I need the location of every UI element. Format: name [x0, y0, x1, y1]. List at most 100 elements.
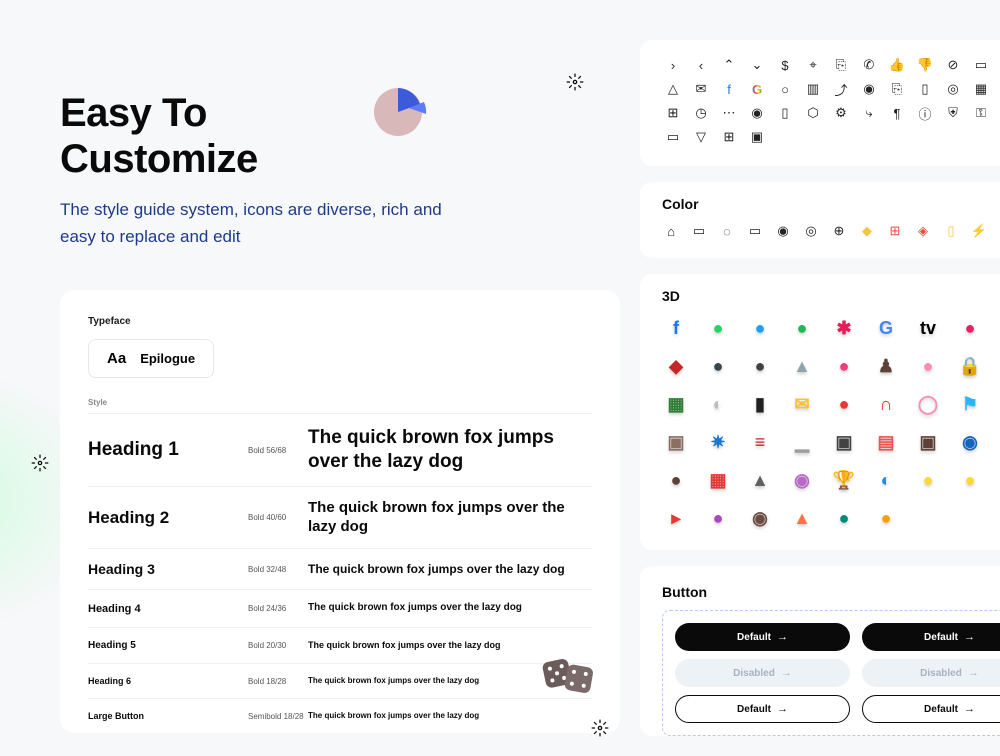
- exit-icon: ⤴: [830, 78, 852, 100]
- font-sample-aa: Aa: [107, 350, 126, 367]
- 3d-icon: ▣: [914, 428, 942, 456]
- card-icon: ▭: [746, 222, 764, 240]
- color-icons-card: Color ⌂▭◌▭◉◎⊕◆⊞◈▯⚡: [640, 182, 1000, 258]
- 3d-icon: ●: [662, 466, 690, 494]
- 3d-icon: ✉: [788, 390, 816, 418]
- mail-icon: ✉: [690, 78, 712, 100]
- heading-sample: The quick brown fox jumps over the lazy …: [308, 602, 592, 615]
- heading-sample: The quick brown fox jumps over the lazy …: [308, 426, 592, 474]
- 3d-icon: ◐: [704, 390, 732, 418]
- thumb-up-icon: 👍: [886, 54, 908, 76]
- outline-icons-card: ›‹⌃⌄$⌖⎘✆👍👎⊘▭△✉fG○▥⤴◉⎘▯◎▦⊞◷⋯◉▯⬡⚙⤷¶ⓘ⛨⚿▭▽⊞▣: [640, 40, 1000, 166]
- heading-sample: The quick brown fox jumps over the lazy …: [308, 562, 592, 577]
- user-scan-icon: ◉: [746, 102, 768, 124]
- info-icon: ⓘ: [914, 102, 936, 124]
- 3d-icon: ◐: [872, 466, 900, 494]
- page-subtitle: The style guide system, icons are divers…: [60, 196, 460, 250]
- 3d-icon: ▁: [788, 428, 816, 456]
- 3d-icon: 🏆: [830, 466, 858, 494]
- bolt-icon: ⚡: [970, 222, 988, 240]
- 3d-icon: ▸: [662, 504, 690, 532]
- gift-icon: ⊞: [662, 102, 684, 124]
- hexagon-icon: ⬡: [802, 102, 824, 124]
- lock-icon: ⚿: [970, 102, 992, 124]
- heading-name: Large Button: [88, 711, 248, 721]
- 3d-icon: ●: [914, 466, 942, 494]
- plus-circle-icon: ⊕: [830, 222, 848, 240]
- 3d-icon: ▣: [830, 428, 858, 456]
- type-row: Large Button Semibold 18/28 The quick br…: [88, 698, 592, 733]
- heading-meta: Bold 20/30: [248, 641, 308, 650]
- heading-meta: Semibold 18/28: [248, 712, 308, 721]
- camera-icon: ⎘: [830, 54, 852, 76]
- 3d-icon: ●: [830, 352, 858, 380]
- gift2-icon: ⊞: [886, 222, 904, 240]
- eye-off-icon: ⊘: [942, 54, 964, 76]
- chevron-up-icon: ⌃: [718, 54, 740, 76]
- 3d-icon: ♟: [872, 352, 900, 380]
- plus-square-icon: ⊞: [718, 126, 740, 148]
- heading-sample: The quick brown fox jumps over the lazy …: [308, 499, 592, 537]
- facebook-icon: f: [718, 78, 740, 100]
- id-icon: ▭: [662, 126, 684, 148]
- 3d-icon: ✱: [830, 314, 858, 342]
- 3d-icon: ◉: [956, 428, 984, 456]
- text-icon: ¶: [886, 102, 908, 124]
- dice-icon: [536, 640, 600, 704]
- 3d-icon: ◉: [746, 504, 774, 532]
- type-row: Heading 4 Bold 24/36 The quick brown fox…: [88, 589, 592, 627]
- paperclip-icon: ⎘: [886, 78, 908, 100]
- tag-icon: ◈: [914, 222, 932, 240]
- type-row: Heading 5 Bold 20/30 The quick brown fox…: [88, 627, 592, 663]
- 3d-icon: ●: [914, 352, 942, 380]
- heading-name: Heading 2: [88, 508, 248, 528]
- color-icons-grid: ⌂▭◌▭◉◎⊕◆⊞◈▯⚡: [662, 222, 1000, 240]
- 3d-icon: ▦: [662, 390, 690, 418]
- font-name: Epilogue: [140, 351, 195, 366]
- 3d-icon: ◆: [662, 352, 690, 380]
- 3d-icon: f: [662, 314, 690, 342]
- user-icon: ◉: [858, 78, 880, 100]
- heading-name: Heading 5: [88, 640, 248, 651]
- shield-icon: ⛨: [942, 102, 964, 124]
- home-icon: ⌂: [662, 222, 680, 240]
- 3d-icon: ▲: [788, 352, 816, 380]
- users-icon: ◎: [942, 78, 964, 100]
- 3d-icon: ▮: [746, 390, 774, 418]
- type-row: Heading 3 Bold 32/48 The quick brown fox…: [88, 548, 592, 589]
- heading-meta: Bold 40/60: [248, 513, 308, 522]
- 3d-icon: ●: [746, 352, 774, 380]
- 3d-icon: ▤: [872, 428, 900, 456]
- outline-button[interactable]: Default→: [862, 695, 1000, 723]
- style-label: Style: [88, 398, 592, 407]
- 3d-icons-grid: f●●●✱Gtv●◆●●▲●♟●🔒▦◐▮✉●∩◯⚑▣✷≡▁▣▤▣◉●▦▲◉🏆◐●…: [662, 314, 1000, 532]
- heading-meta: Bold 24/36: [248, 604, 308, 613]
- hero-section: Easy ToCustomize The style guide system,…: [60, 90, 620, 250]
- button-section-title: Button: [662, 584, 1000, 600]
- clipboard-icon: ▯: [914, 78, 936, 100]
- default-button[interactable]: Default→: [862, 623, 1000, 651]
- outline-icons-grid: ›‹⌃⌄$⌖⎘✆👍👎⊘▭△✉fG○▥⤴◉⎘▯◎▦⊞◷⋯◉▯⬡⚙⤷¶ⓘ⛨⚿▭▽⊞▣: [662, 54, 1000, 148]
- chevron-left-icon: ‹: [690, 54, 712, 76]
- outline-button[interactable]: Default→: [675, 695, 850, 723]
- heading-meta: Bold 18/28: [248, 677, 308, 686]
- 3d-icon: ≡: [746, 428, 774, 456]
- 3d-icon: ●: [704, 352, 732, 380]
- dollar-icon: $: [774, 54, 796, 76]
- 3d-icon: tv: [914, 314, 942, 342]
- heading-meta: Bold 56/68: [248, 446, 308, 455]
- chat-icon: ◌: [718, 222, 736, 240]
- 3d-icon: ●: [830, 390, 858, 418]
- heading-name: Heading 6: [88, 676, 248, 686]
- type-row: Heading 1 Bold 56/68 The quick brown fox…: [88, 413, 592, 486]
- heading-name: Heading 1: [88, 439, 248, 461]
- default-button[interactable]: Default→: [675, 623, 850, 651]
- dots-icon: ⋯: [718, 102, 740, 124]
- briefcase-icon: ▭: [690, 222, 708, 240]
- contact-icon: ◎: [802, 222, 820, 240]
- bell-icon: △: [662, 78, 684, 100]
- 3d-icon: ●: [872, 504, 900, 532]
- thumb-down-icon: 👎: [914, 54, 936, 76]
- type-scale-list: Heading 1 Bold 56/68 The quick brown fox…: [88, 413, 592, 733]
- settings-icon: ⚙: [830, 102, 852, 124]
